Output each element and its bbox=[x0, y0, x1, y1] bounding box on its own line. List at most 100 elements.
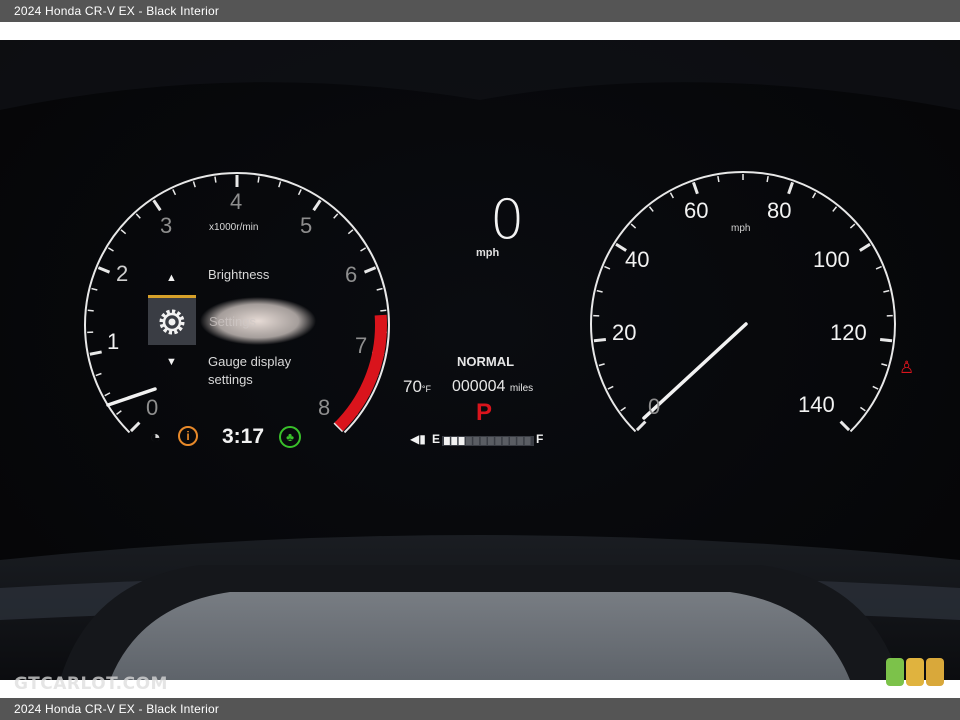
major-tick bbox=[859, 242, 871, 252]
minor-tick bbox=[214, 176, 217, 183]
steering-wheel-hub bbox=[110, 592, 850, 680]
fuel-segment bbox=[510, 437, 516, 445]
major-tick bbox=[839, 420, 851, 432]
minor-tick bbox=[596, 289, 603, 293]
eco-icon: ♣ bbox=[279, 426, 301, 448]
seatbelt-icon: ♙ bbox=[899, 358, 915, 377]
logo-box-yellow bbox=[906, 658, 924, 686]
gear-icon bbox=[159, 309, 185, 335]
temperature-unit: °F bbox=[421, 384, 432, 394]
temperature-value: 70 bbox=[403, 377, 422, 396]
minor-tick bbox=[120, 229, 127, 235]
info-icon: i bbox=[178, 426, 198, 446]
menu-item-brightness[interactable]: Brightness bbox=[208, 267, 269, 282]
major-tick bbox=[312, 199, 322, 212]
tach-redline bbox=[334, 314, 387, 432]
minor-tick bbox=[883, 289, 890, 293]
fuel-segment bbox=[473, 437, 480, 445]
tach-label-6: 6 bbox=[345, 262, 358, 287]
minor-tick bbox=[875, 265, 882, 270]
minor-tick bbox=[607, 385, 614, 390]
tach-label-2: 2 bbox=[116, 261, 129, 286]
speed-label-120: 120 bbox=[830, 320, 867, 345]
top-caption-bar: 2024 Honda CR-V EX - Black Interior bbox=[0, 0, 960, 22]
minor-tick bbox=[257, 176, 260, 183]
minor-tick bbox=[135, 213, 141, 219]
minor-tick bbox=[278, 181, 282, 188]
menu-up-arrow[interactable]: ▲ bbox=[166, 272, 177, 284]
menu-item-gauge-display-line2: settings bbox=[208, 372, 253, 387]
fuel-segment bbox=[466, 437, 472, 445]
gauge-warning-icon: ◔ bbox=[150, 427, 161, 447]
fuel-segment bbox=[480, 437, 487, 445]
menu-down-arrow[interactable]: ▼ bbox=[166, 356, 177, 368]
minor-tick bbox=[598, 363, 605, 367]
minor-tick bbox=[766, 175, 769, 183]
tach-label-3: 3 bbox=[160, 213, 173, 238]
gear-indicator: P bbox=[476, 399, 493, 426]
cluster-hood bbox=[0, 40, 960, 110]
minor-tick bbox=[604, 265, 611, 270]
minor-tick bbox=[297, 189, 302, 196]
speedometer-unit: mph bbox=[731, 223, 751, 234]
speed-label-100: 100 bbox=[813, 247, 850, 272]
speedometer bbox=[590, 171, 896, 433]
major-tick bbox=[89, 350, 102, 356]
speed-ring bbox=[590, 171, 896, 433]
menu-item-settings[interactable]: Settings bbox=[209, 314, 256, 329]
minor-tick bbox=[172, 189, 177, 196]
fuel-segment bbox=[488, 437, 494, 445]
fuel-segment bbox=[502, 437, 509, 445]
speed-label-40: 40 bbox=[625, 247, 650, 272]
major-tick bbox=[879, 337, 893, 343]
drive-mode: NORMAL bbox=[457, 354, 515, 369]
menu-item-gauge-display-settings[interactable]: Gauge display settings bbox=[208, 353, 291, 389]
minor-tick bbox=[811, 192, 817, 199]
major-tick bbox=[787, 181, 794, 195]
speed-label-60: 60 bbox=[684, 198, 709, 223]
speed-readout-unit: mph bbox=[476, 247, 500, 259]
fuel-segment bbox=[458, 437, 465, 445]
minor-tick bbox=[860, 406, 866, 412]
minor-tick bbox=[192, 181, 196, 188]
clock: 3:17 bbox=[222, 425, 265, 448]
outside-temperature: 70°F bbox=[403, 377, 431, 397]
major-tick bbox=[692, 181, 699, 195]
tach-label-7: 7 bbox=[355, 333, 368, 358]
minor-tick bbox=[669, 192, 675, 199]
minor-tick bbox=[630, 223, 637, 229]
fuel-empty-label: E bbox=[432, 432, 441, 446]
minor-tick bbox=[347, 229, 354, 235]
tach-label-0: 0 bbox=[146, 395, 159, 420]
minor-tick bbox=[333, 213, 339, 219]
fuel-segment bbox=[444, 437, 450, 445]
minor-tick bbox=[881, 363, 888, 367]
minor-tick bbox=[87, 309, 94, 312]
minor-tick bbox=[620, 406, 626, 412]
fuel-segment bbox=[524, 437, 531, 445]
minor-tick bbox=[380, 309, 387, 312]
top-caption: 2024 Honda CR-V EX - Black Interior bbox=[14, 4, 220, 18]
speed-ticks bbox=[590, 171, 896, 433]
minor-tick bbox=[95, 372, 102, 377]
major-tick bbox=[363, 266, 377, 274]
logo-box-orange bbox=[926, 658, 944, 686]
minor-tick bbox=[648, 206, 654, 212]
minor-tick bbox=[360, 247, 367, 252]
minor-tick bbox=[376, 287, 383, 291]
odometer: 000004 miles bbox=[452, 378, 533, 396]
major-tick bbox=[97, 266, 111, 274]
speed-label-20: 20 bbox=[612, 320, 637, 345]
minor-tick bbox=[717, 175, 720, 183]
minor-tick bbox=[832, 206, 838, 212]
logo-box-green bbox=[886, 658, 904, 686]
tach-label-1: 1 bbox=[107, 329, 120, 354]
fuel-segment bbox=[495, 437, 502, 445]
minor-tick bbox=[116, 410, 122, 415]
major-tick bbox=[635, 420, 647, 432]
tach-unit: x1000r/min bbox=[209, 222, 259, 233]
odometer-value: 000004 bbox=[452, 378, 506, 395]
fuel-pump-icon: ◀▮ bbox=[410, 432, 426, 446]
minor-tick bbox=[91, 287, 98, 291]
tach-label-4: 4 bbox=[230, 189, 243, 214]
